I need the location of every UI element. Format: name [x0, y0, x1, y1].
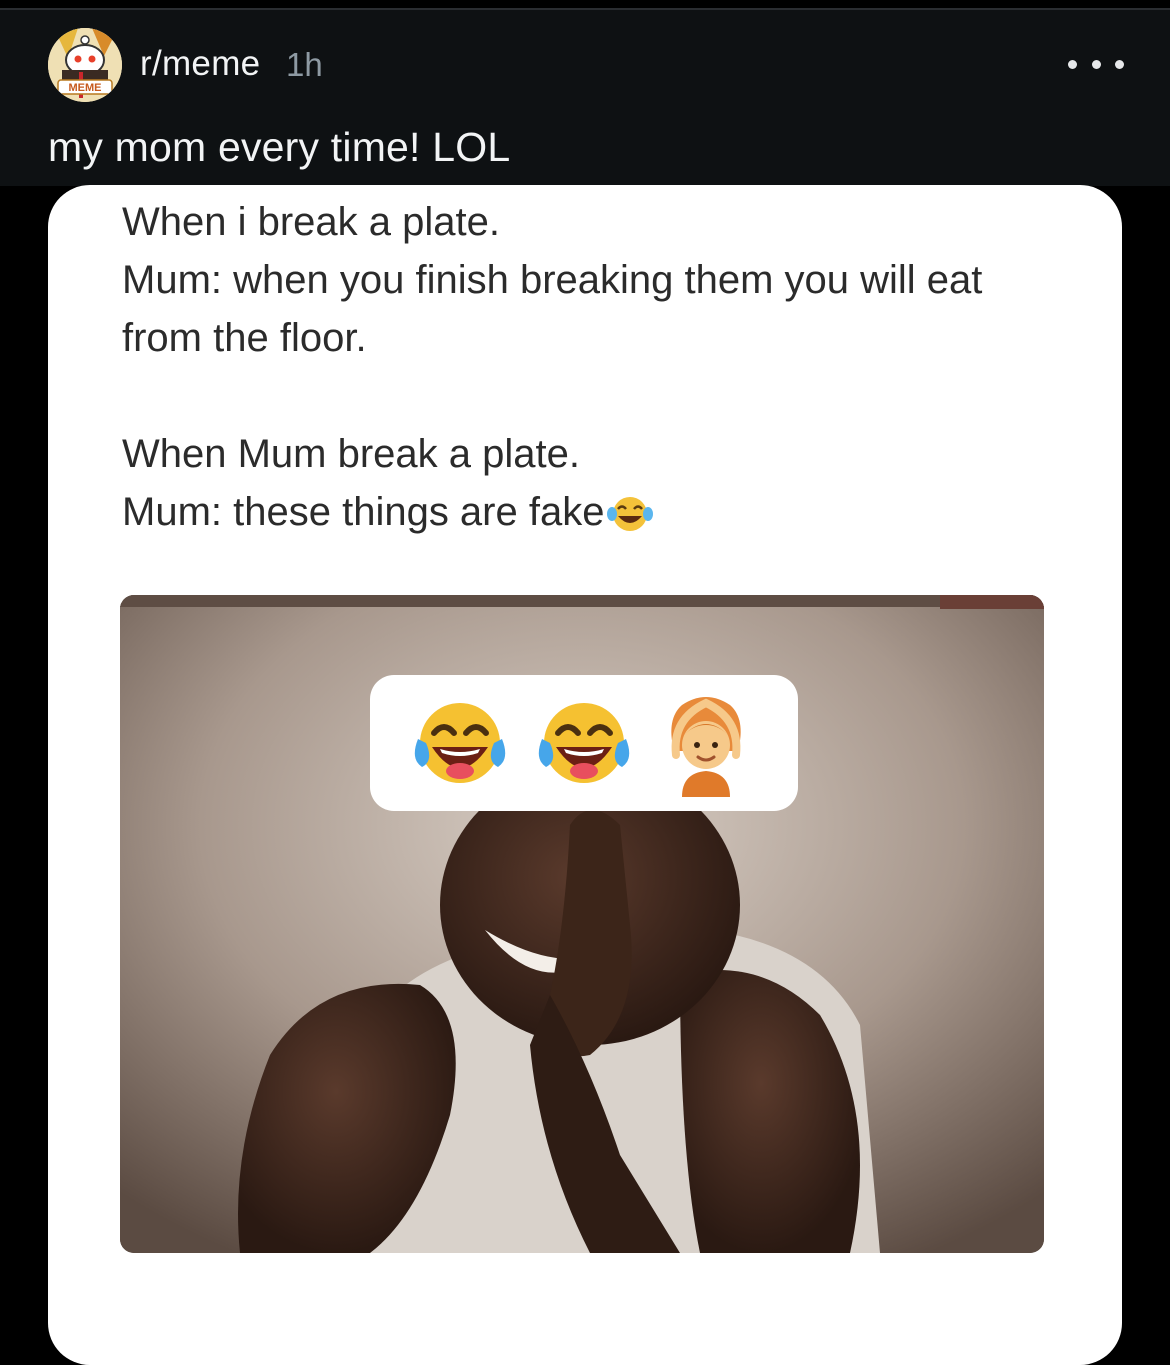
dot-icon: [1091, 59, 1101, 69]
dot-icon: [1115, 59, 1124, 69]
meme-caption-bottom: When Mum break a plate. Mum: these thing…: [122, 425, 1082, 541]
meme-caption-top: When i break a plate. Mum: when you fini…: [122, 193, 1082, 367]
meme-line: Mum: these things are fake: [122, 490, 605, 534]
meme-line-with-emoji: Mum: these things are fake: [122, 483, 1082, 541]
meme-line: Mum: when you finish breaking them you w…: [122, 258, 983, 302]
status-strip: [0, 0, 1170, 8]
post-age: 1h: [286, 46, 323, 83]
app-frame: MEME r/meme 1h my mom every time! LOL Wh…: [0, 0, 1170, 1365]
meme-photo: [120, 595, 1044, 1253]
post-image[interactable]: When i break a plate. Mum: when you fini…: [48, 185, 1122, 1365]
emoji-overlay: [370, 675, 798, 811]
tears-of-joy-icon: [607, 497, 654, 532]
meme-line: When i break a plate.: [122, 200, 500, 244]
meme-line: When Mum break a plate.: [122, 432, 580, 476]
subreddit-avatar-icon[interactable]: MEME: [48, 28, 122, 102]
meme-line: from the floor.: [122, 316, 367, 360]
dot-icon: [1068, 59, 1077, 69]
more-options-icon[interactable]: [1068, 48, 1124, 80]
subreddit-name[interactable]: r/meme: [140, 44, 260, 84]
tears-of-joy-icon: [538, 703, 630, 783]
person-gesturing-ok-icon: [671, 697, 741, 797]
post-title[interactable]: my mom every time! LOL: [48, 124, 510, 171]
avatar-badge-text: MEME: [69, 82, 102, 94]
tears-of-joy-icon: [414, 703, 506, 783]
